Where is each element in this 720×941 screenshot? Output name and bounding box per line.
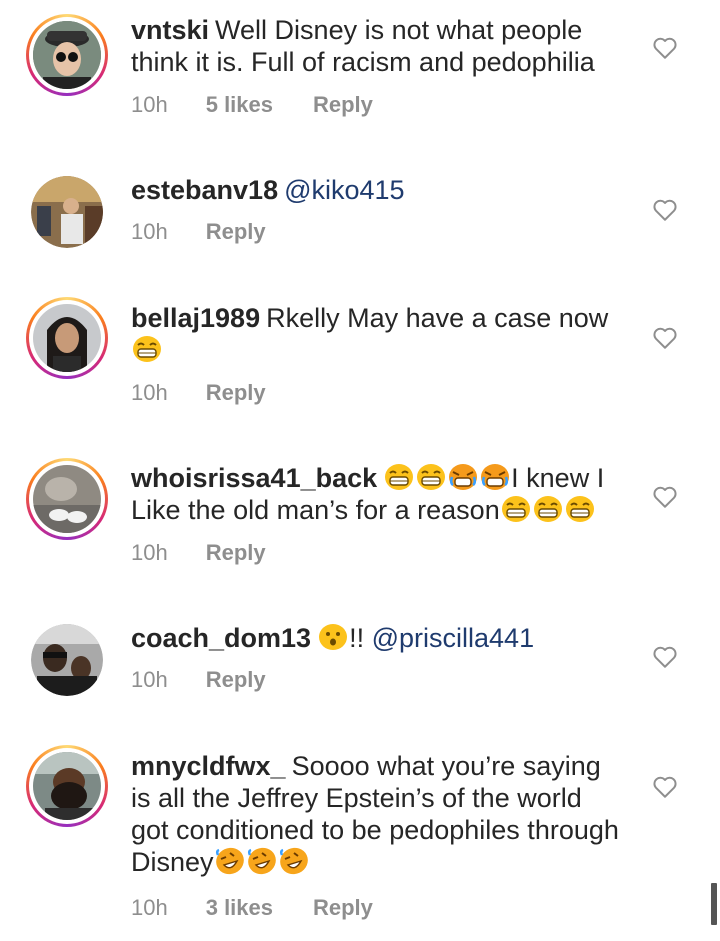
emoji-grin — [500, 495, 532, 525]
emoji-hushed — [317, 623, 349, 653]
reply-button[interactable]: Reply — [206, 540, 266, 566]
timestamp: 10h — [131, 92, 168, 117]
comment-body: !! — [349, 623, 365, 653]
username[interactable]: whoisrissa41_back — [131, 463, 377, 493]
emoji-rofl — [278, 847, 310, 877]
heart-outline-icon[interactable] — [652, 775, 678, 799]
reply-button[interactable]: Reply — [313, 92, 373, 118]
heart-outline-icon[interactable] — [652, 485, 678, 509]
emoji-grin — [131, 335, 163, 365]
emoji-grin — [383, 463, 415, 493]
scrollbar-thumb[interactable] — [711, 883, 717, 925]
comment-meta: 10h Reply — [131, 219, 266, 245]
emoji-rofl — [246, 847, 278, 877]
timestamp: 10h — [131, 219, 168, 244]
reply-button[interactable]: Reply — [206, 380, 266, 406]
comment-meta: 10h Reply — [131, 540, 266, 566]
username[interactable]: coach_dom13 — [131, 623, 311, 653]
avatar-image — [33, 21, 101, 89]
avatar-image — [31, 176, 103, 248]
emoji-crying — [479, 463, 511, 493]
comment-text: vntski Well Disney is not what people thi… — [131, 14, 631, 78]
avatar-image — [31, 624, 103, 696]
reply-button[interactable]: Reply — [313, 895, 373, 921]
comment-meta: 10h Reply — [131, 667, 266, 693]
avatar[interactable] — [26, 745, 108, 827]
username[interactable]: vntski — [131, 15, 209, 45]
comment-text: estebanv18 @kiko415 — [131, 174, 631, 206]
comment-text: coach_dom13!! @priscilla441 — [131, 622, 631, 654]
mention-link[interactable]: @kiko415 — [284, 175, 404, 205]
timestamp: 10h — [131, 540, 168, 565]
emoji-grin — [564, 495, 596, 525]
emoji-grin — [532, 495, 564, 525]
mention-link[interactable]: @priscilla441 — [372, 623, 534, 653]
comment-meta: 10h 3 likes Reply — [131, 895, 373, 921]
comment-meta: 10h 5 likes Reply — [131, 92, 373, 118]
heart-outline-icon[interactable] — [652, 645, 678, 669]
avatar[interactable] — [31, 176, 103, 248]
avatar[interactable] — [26, 14, 108, 96]
avatar[interactable] — [26, 458, 108, 540]
avatar[interactable] — [31, 624, 103, 696]
timestamp: 10h — [131, 895, 168, 920]
likes-count[interactable]: 5 likes — [206, 92, 273, 118]
heart-outline-icon[interactable] — [652, 198, 678, 222]
emoji-rofl — [214, 847, 246, 877]
likes-count[interactable]: 3 likes — [206, 895, 273, 921]
comment-meta: 10h Reply — [131, 380, 266, 406]
heart-outline-icon[interactable] — [652, 326, 678, 350]
username[interactable]: mnycldfwx_ — [131, 751, 286, 781]
username[interactable]: estebanv18 — [131, 175, 278, 205]
reply-button[interactable]: Reply — [206, 219, 266, 245]
avatar-image — [33, 465, 101, 533]
emoji-grin — [415, 463, 447, 493]
comment-text: whoisrissa41_back I knew I Like the old m… — [131, 462, 631, 526]
username[interactable]: bellaj1989 — [131, 303, 260, 333]
reply-button[interactable]: Reply — [206, 667, 266, 693]
avatar[interactable] — [26, 297, 108, 379]
heart-outline-icon[interactable] — [652, 36, 678, 60]
avatar-image — [33, 304, 101, 372]
comment-text: bellaj1989 Rkelly May have a case now — [131, 302, 631, 366]
timestamp: 10h — [131, 380, 168, 405]
emoji-crying — [447, 463, 479, 493]
comment-body: Rkelly May have a case now — [266, 303, 609, 333]
avatar-image — [33, 752, 101, 820]
comment-text: mnycldfwx_ Soooo what you’re saying is al… — [131, 750, 621, 878]
timestamp: 10h — [131, 667, 168, 692]
